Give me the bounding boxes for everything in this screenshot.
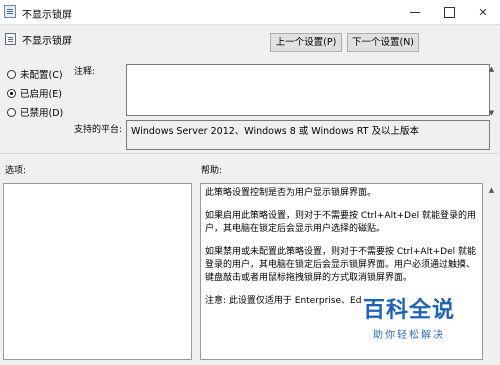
radio-label: 未配置(C) xyxy=(20,70,63,81)
policy-name: 不显示锁屏 xyxy=(22,36,72,47)
options-panel xyxy=(3,183,192,360)
window-title: 不显示锁屏 xyxy=(22,10,72,21)
radio-button[interactable] xyxy=(7,88,16,98)
maximize-button[interactable] xyxy=(432,0,466,24)
scroll-up-arrow-icon[interactable]: ▲ xyxy=(486,64,497,74)
policy-app-icon xyxy=(4,5,16,18)
policy-setting-icon xyxy=(5,33,16,45)
help-label: 帮助: xyxy=(201,166,223,176)
radio-button[interactable] xyxy=(7,69,16,79)
next-setting-button[interactable]: 下一个设置(N) xyxy=(347,33,419,52)
scroll-down-arrow-icon[interactable]: ▼ xyxy=(486,108,497,118)
comment-label: 注释: xyxy=(74,67,96,77)
radio-label: 已启用(E) xyxy=(20,89,62,100)
options-label: 选项: xyxy=(5,166,27,176)
previous-setting-button[interactable]: 上一个设置(P) xyxy=(270,33,342,52)
radio-label: 已禁用(D) xyxy=(20,108,64,119)
radio-disabled[interactable]: 已禁用(D) xyxy=(7,105,63,119)
watermark-logo: 百科全说 助你轻松解决 xyxy=(363,292,455,341)
close-button[interactable] xyxy=(466,0,500,24)
supported-platform-label: 支持的平台: xyxy=(74,125,123,135)
title-bar: 不显示锁屏 xyxy=(0,0,500,25)
minimize-button[interactable] xyxy=(398,0,432,24)
help-paragraph: 如果启用此策略设置，则对于不需要按 Ctrl+Alt+Del 就能登录的用户，其… xyxy=(205,211,476,234)
help-scroll-up-arrow-icon[interactable]: ▲ xyxy=(486,185,497,195)
radio-button[interactable] xyxy=(7,107,16,117)
help-paragraph: 此策略设置控制是否为用户显示锁屏界面。 xyxy=(205,188,377,198)
help-paragraph: 如果禁用或未配置此策略设置，则对于不需要按 Ctrl+Alt+Del 就能登录的… xyxy=(205,247,476,283)
radio-enabled[interactable]: 已启用(E) xyxy=(7,86,62,100)
comment-textarea[interactable] xyxy=(126,64,490,116)
supported-platform-value: Windows Server 2012、Windows 8 或 Windows … xyxy=(126,120,490,150)
radio-not-configured[interactable]: 未配置(C) xyxy=(7,67,63,81)
watermark-main-text: 百科全说 xyxy=(363,298,456,323)
watermark-sub-text: 助你轻松解决 xyxy=(373,330,445,341)
section-divider xyxy=(0,153,500,154)
